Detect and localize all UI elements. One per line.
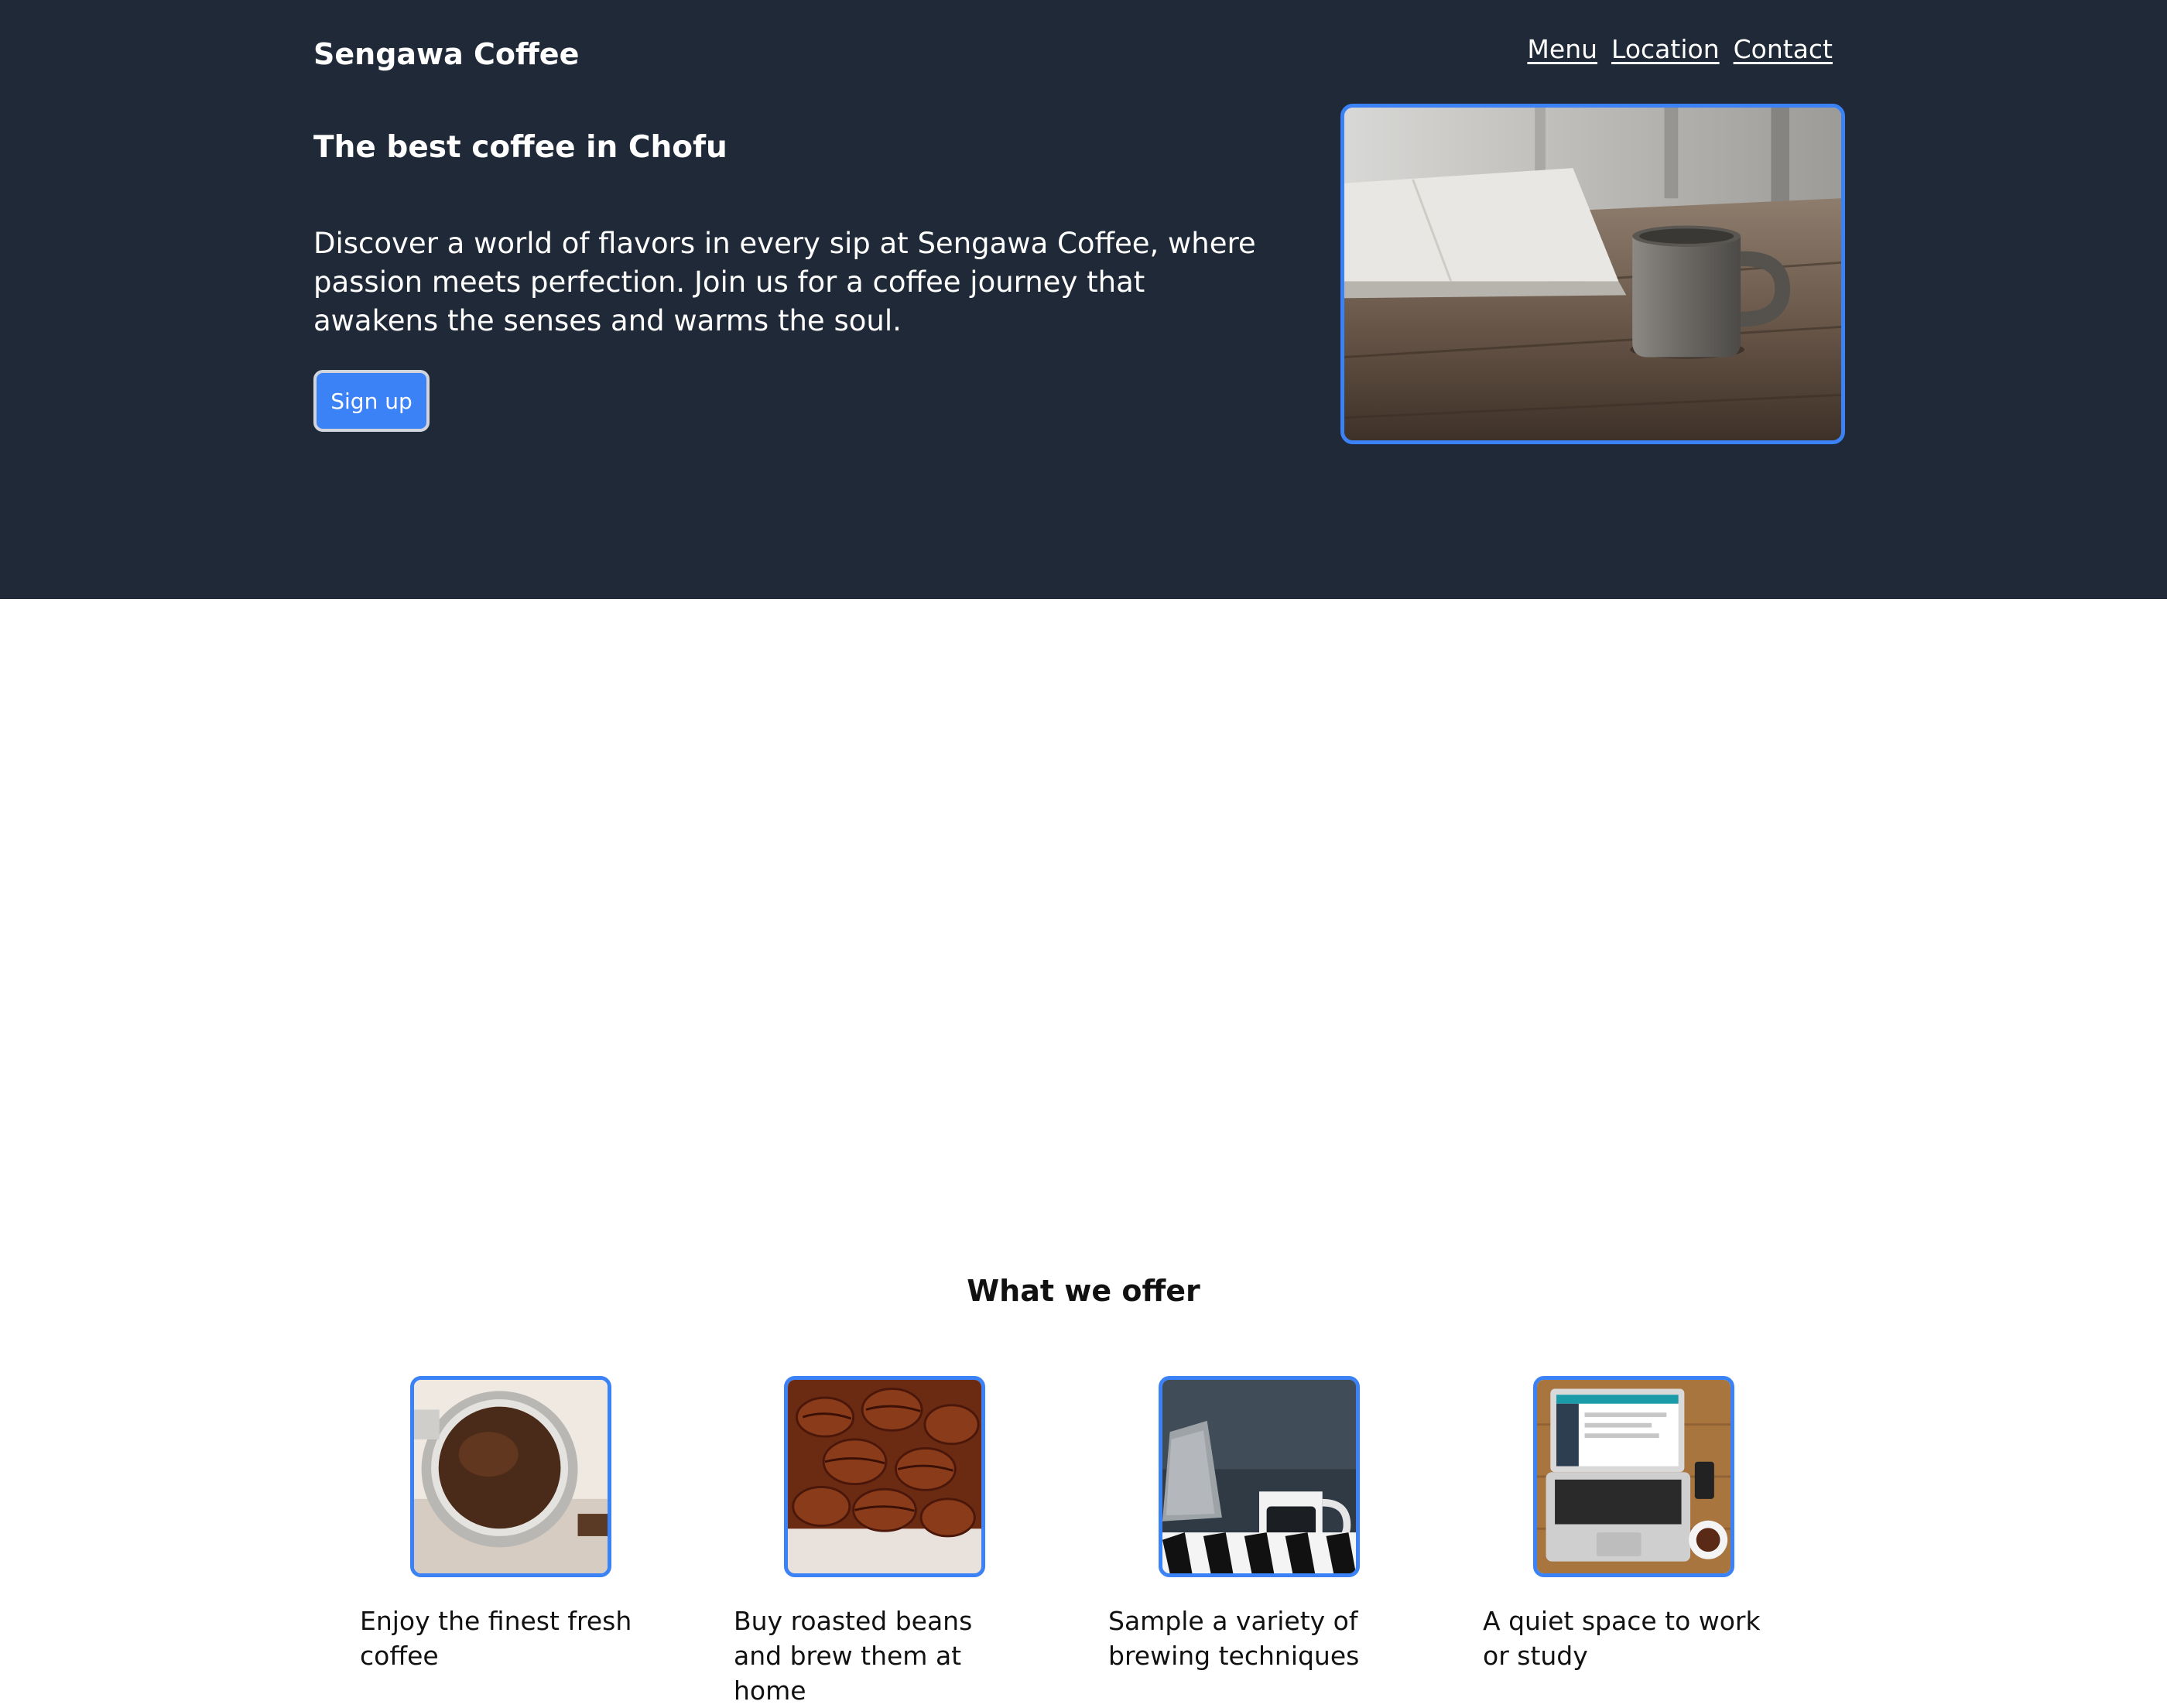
brand-name: Sengawa Coffee xyxy=(313,37,580,71)
hero-coffee-image xyxy=(1340,104,1845,444)
laptop-image xyxy=(1533,1376,1734,1577)
hero-section: Sengawa Coffee Menu Location Contact The… xyxy=(0,0,2167,599)
roasted-beans-image xyxy=(784,1376,985,1577)
offer-title: What we offer xyxy=(967,1274,1200,1308)
offer-card-brewing-techniques: Sample a variety of brewing techniques xyxy=(1108,1376,1402,1673)
nav-link-contact[interactable]: Contact xyxy=(1734,34,1833,64)
moka-pot-image xyxy=(1159,1376,1360,1577)
offer-caption-brewing-techniques: Sample a variety of brewing techniques xyxy=(1108,1606,1360,1671)
offer-caption-roasted-beans: Buy roasted beans and brew them at home xyxy=(734,1606,973,1706)
offer-card-quiet-space: A quiet space to work or study xyxy=(1483,1376,1777,1673)
coffee-cup-illustration xyxy=(1344,108,1841,440)
hero-description: Discover a world of flavors in every sip… xyxy=(313,227,1256,337)
nav-link-menu[interactable]: Menu xyxy=(1527,34,1597,64)
top-nav: Menu Location Contact xyxy=(1527,34,1833,64)
offer-card-fresh-coffee: Enjoy the finest fresh coffee xyxy=(360,1376,654,1673)
ground-coffee-image xyxy=(410,1376,611,1577)
nav-link-location[interactable]: Location xyxy=(1611,34,1720,64)
offer-section: What we offer Enjoy the finest fresh cof… xyxy=(0,599,2167,1706)
hero-tagline: The best coffee in Chofu xyxy=(313,130,727,165)
offer-caption-fresh-coffee: Enjoy the finest fresh coffee xyxy=(360,1606,632,1671)
sign-up-button[interactable]: Sign up xyxy=(313,370,430,432)
offer-card-roasted-beans: Buy roasted beans and brew them at home xyxy=(734,1376,1028,1708)
offer-caption-quiet-space: A quiet space to work or study xyxy=(1483,1606,1761,1671)
